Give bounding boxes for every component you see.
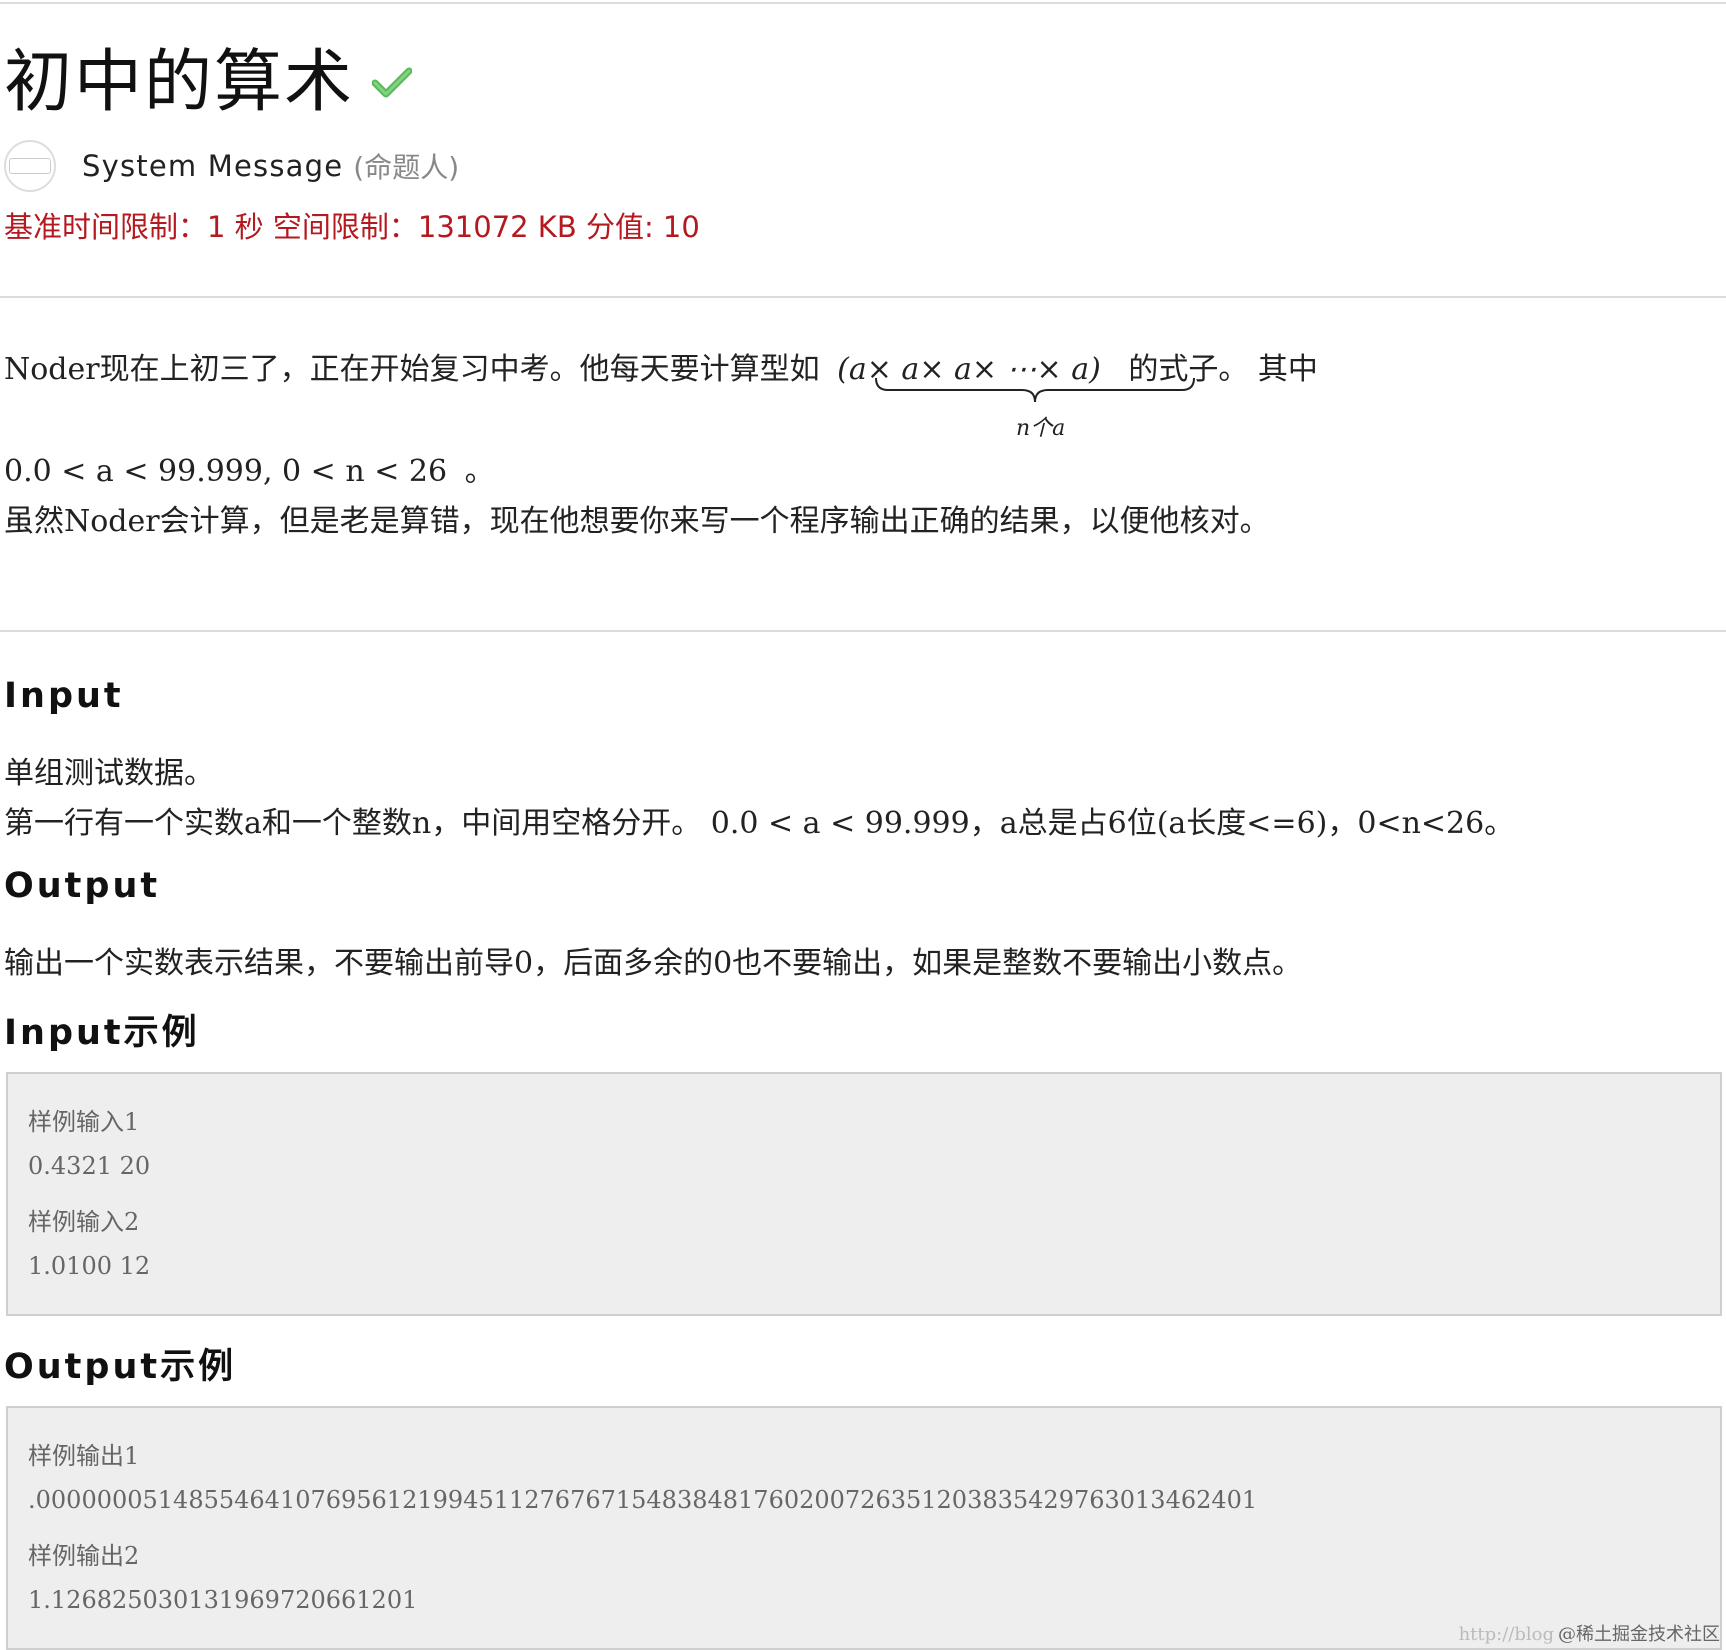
check-icon <box>372 67 413 98</box>
constraint-line: 0.0 < a < 99.999, 0 < n < 26 。 <box>4 446 495 490</box>
input-example-heading: Input示例 <box>4 1013 200 1053</box>
top-divider <box>0 2 1726 4</box>
watermark-brand: @稀土掘金技术社区 <box>1558 1624 1720 1645</box>
sample-label: 样例输出2 <box>28 1542 140 1570</box>
watermark-url: http://blog <box>1458 1624 1554 1645</box>
sample-label: 样例输出1 <box>28 1442 140 1470</box>
output-example-heading: Output示例 <box>4 1347 237 1387</box>
constraint-end: 。 <box>464 454 495 489</box>
sample-value: 0.4321 20 <box>28 1152 151 1180</box>
sample-label: 样例输入2 <box>28 1208 140 1236</box>
sample-output-box[interactable]: 样例输出1 .000000051485546410769561219945112… <box>6 1406 1722 1650</box>
title-row: 初中的算术 <box>4 30 413 122</box>
divider <box>0 630 1726 632</box>
author-name[interactable]: System Message <box>82 149 343 183</box>
brace-label: n个a <box>1016 416 1066 441</box>
author-row: System Message (命题人) <box>4 138 459 194</box>
output-heading: Output <box>4 866 161 906</box>
page-title: 初中的算术 <box>4 42 355 122</box>
constraint-formula: 0.0 < a < 99.999, 0 < n < 26 <box>4 454 448 489</box>
output-text: 输出一个实数表示结果，不要输出前导0，后面多余的0也不要输出，如果是整数不要输出… <box>4 946 1303 981</box>
sample-value: 1.126825030131969720661201 <box>28 1586 418 1614</box>
sample-label: 样例输入1 <box>28 1108 140 1136</box>
avatar-image <box>9 158 51 174</box>
description-text: Noder现在上初三了，正在开始复习中考。他每天要计算型如 <box>4 352 820 387</box>
sample-value: .000000051485546410769561219945112767671… <box>28 1486 1258 1514</box>
description-line: 虽然Noder会计算，但是老是算错，现在他想要你来写一个程序输出正确的结果，以便… <box>4 504 1270 539</box>
divider <box>0 296 1726 298</box>
author-role: (命题人) <box>353 151 460 184</box>
sample-value: 1.0100 12 <box>28 1252 151 1280</box>
sample-input-box[interactable]: 样例输入1 0.4321 20 样例输入2 1.0100 12 <box>6 1072 1722 1316</box>
watermark: http://blog @稀土掘金技术社区 <box>1459 1620 1720 1646</box>
input-text: 第一行有一个实数a和一个整数n，中间用空格分开。 0.0 < a < 99.99… <box>4 806 1515 841</box>
input-text: 单组测试数据。 <box>4 756 214 791</box>
limits-info: 基准时间限制：1 秒 空间限制：131072 KB 分值: 10 <box>4 210 700 244</box>
input-heading: Input <box>4 676 124 716</box>
underbrace-icon <box>875 377 1195 403</box>
avatar[interactable] <box>4 140 56 192</box>
